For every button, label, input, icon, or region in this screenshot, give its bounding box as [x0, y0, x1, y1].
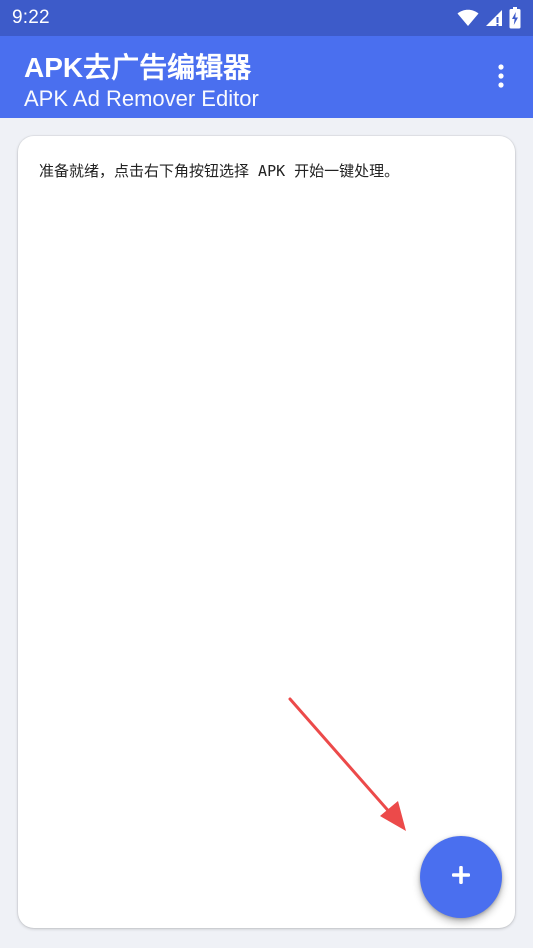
- app-subtitle: APK Ad Remover Editor: [24, 86, 259, 111]
- more-vert-icon: [498, 64, 504, 92]
- app-title: APK去广告编辑器: [24, 52, 252, 83]
- plus-icon: [451, 865, 471, 889]
- status-message: 准备就绪，点击右下角按钮选择 APK 开始一键处理。: [39, 162, 400, 180]
- status-time: 9:22: [12, 7, 50, 28]
- log-card: 准备就绪，点击右下角按钮选择 APK 开始一键处理。: [18, 136, 515, 928]
- battery-charging-icon: [509, 7, 521, 29]
- status-icons: [457, 6, 521, 30]
- wifi-icon: [457, 9, 479, 27]
- select-apk-button[interactable]: [420, 836, 502, 918]
- status-bar: 9:22: [0, 0, 533, 36]
- app-screen: 9:22 APK去广告编辑器 APK Ad Remover Editor 准备就…: [0, 0, 533, 948]
- more-options-button[interactable]: [487, 62, 515, 94]
- app-bar: APK去广告编辑器 APK Ad Remover Editor: [0, 36, 533, 118]
- cellular-signal-icon: [485, 9, 503, 27]
